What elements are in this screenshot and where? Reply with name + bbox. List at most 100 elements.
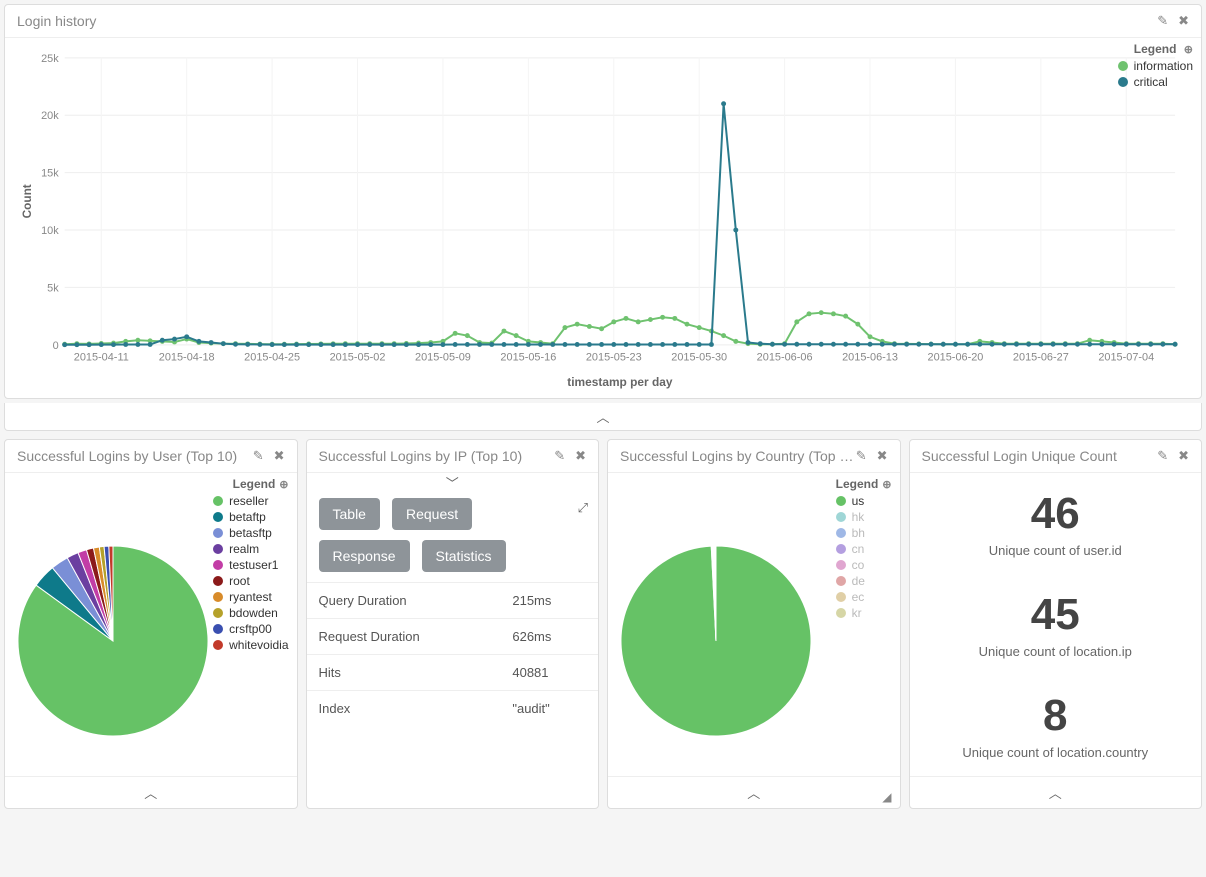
pie-chart-users[interactable] xyxy=(13,541,213,741)
legend-dot-icon xyxy=(213,528,223,538)
svg-text:2015-04-11: 2015-04-11 xyxy=(74,352,129,364)
svg-text:25k: 25k xyxy=(41,53,59,65)
stat-value: 215ms xyxy=(500,583,598,619)
stat-label: Hits xyxy=(307,655,501,691)
panel-title: Successful Logins by IP (Top 10) xyxy=(319,448,523,464)
tab-request-button[interactable]: Request xyxy=(392,498,472,530)
legend-settings-icon[interactable]: ⊕ xyxy=(1184,44,1193,56)
legend-item[interactable]: testuser1 xyxy=(213,558,288,572)
svg-text:2015-05-02: 2015-05-02 xyxy=(330,352,386,364)
table-row: Index"audit" xyxy=(307,691,599,727)
metric-value: 8 xyxy=(918,691,1194,741)
legend-title-text: Legend xyxy=(1134,42,1177,56)
close-icon[interactable]: ✖ xyxy=(274,448,285,464)
pie-chart-country[interactable] xyxy=(616,541,816,741)
legend-dot-icon xyxy=(213,624,223,634)
edit-icon[interactable]: ✎ xyxy=(856,448,867,464)
edit-icon[interactable]: ✎ xyxy=(1157,13,1168,29)
legend-dot-icon xyxy=(836,528,846,538)
legend-item[interactable]: de xyxy=(836,574,892,588)
legend-item[interactable]: cn xyxy=(836,542,892,556)
legend-item[interactable]: bh xyxy=(836,526,892,540)
legend-settings-icon[interactable]: ⊕ xyxy=(882,479,891,491)
stat-label: Index xyxy=(307,691,501,727)
panel-title: Successful Login Unique Count xyxy=(922,448,1117,464)
legend-item[interactable]: reseller xyxy=(213,494,288,508)
legend-dot-icon xyxy=(213,560,223,570)
legend-item[interactable]: realm xyxy=(213,542,288,556)
stat-label: Query Duration xyxy=(307,583,501,619)
table-row: Request Duration626ms xyxy=(307,619,599,655)
line-chart-legend: Legend ⊕ information critical xyxy=(1118,42,1193,91)
collapse-toggle[interactable]: ︿ xyxy=(4,403,1202,431)
close-icon[interactable]: ✖ xyxy=(575,448,586,464)
close-icon[interactable]: ✖ xyxy=(1178,13,1189,29)
metric-user-id: 46 Unique count of user.id xyxy=(910,473,1202,574)
legend-settings-icon[interactable]: ⊕ xyxy=(279,479,288,491)
legend-item[interactable]: betasftp xyxy=(213,526,288,540)
legend-dot-icon xyxy=(836,512,846,522)
legend-item[interactable]: whitevoidia xyxy=(213,638,288,652)
svg-text:timestamp per day: timestamp per day xyxy=(567,375,673,389)
legend-item[interactable]: bdowden xyxy=(213,606,288,620)
svg-text:10k: 10k xyxy=(41,225,59,237)
line-chart-svg[interactable]: 05k10k15k20k25k2015-04-112015-04-182015-… xyxy=(17,48,1189,392)
chevron-up-icon: ︿ xyxy=(596,407,609,426)
svg-text:0: 0 xyxy=(53,340,59,352)
legend-dot-icon xyxy=(213,608,223,618)
legend-dot-icon xyxy=(836,592,846,602)
svg-text:2015-06-13: 2015-06-13 xyxy=(842,352,898,364)
legend-item[interactable]: co xyxy=(836,558,892,572)
metric-value: 45 xyxy=(918,590,1194,640)
svg-text:2015-04-25: 2015-04-25 xyxy=(244,352,300,364)
unique-count-panel: Successful Login Unique Count ✎ ✖ 46 Uni… xyxy=(909,439,1203,809)
pie-legend-users: Legend⊕ reseller betaftp betasftp realm test… xyxy=(213,477,288,654)
panel-header: Successful Logins by User (Top 10) ✎ ✖ xyxy=(5,440,297,473)
panel-title: Successful Logins by User (Top 10) xyxy=(17,448,237,464)
resize-handle-icon[interactable]: ◢ xyxy=(882,790,891,804)
svg-text:5k: 5k xyxy=(47,282,59,294)
legend-item[interactable]: ryantest xyxy=(213,590,288,604)
legend-title-text: Legend xyxy=(233,477,276,491)
legend-item[interactable]: hk xyxy=(836,510,892,524)
edit-icon[interactable]: ✎ xyxy=(554,448,565,464)
svg-text:2015-04-18: 2015-04-18 xyxy=(159,352,215,364)
legend-item[interactable]: kr xyxy=(836,606,892,620)
legend-dot-icon xyxy=(836,544,846,554)
collapse-toggle[interactable]: ︿ xyxy=(910,776,1202,808)
close-icon[interactable]: ✖ xyxy=(877,448,888,464)
legend-dot-icon xyxy=(213,512,223,522)
edit-icon[interactable]: ✎ xyxy=(253,448,264,464)
legend-item[interactable]: root xyxy=(213,574,288,588)
expand-icon[interactable]: ⤢ xyxy=(578,500,588,516)
metric-label: Unique count of user.id xyxy=(918,543,1194,558)
svg-text:Count: Count xyxy=(20,184,34,218)
legend-item[interactable]: crsftp00 xyxy=(213,622,288,636)
collapse-toggle[interactable]: ︿◢ xyxy=(608,776,900,808)
legend-item[interactable]: ec xyxy=(836,590,892,604)
legend-item[interactable]: betaftp xyxy=(213,510,288,524)
metric-location-country: 8 Unique count of location.country xyxy=(910,675,1202,776)
tab-response-button[interactable]: Response xyxy=(319,540,410,572)
tab-table-button[interactable]: Table xyxy=(319,498,380,530)
metric-label: Unique count of location.ip xyxy=(918,644,1194,659)
tab-statistics-button[interactable]: Statistics xyxy=(422,540,506,572)
logins-by-user-panel: Successful Logins by User (Top 10) ✎ ✖ L… xyxy=(4,439,298,809)
chevron-up-icon: ︿ xyxy=(747,783,760,802)
svg-text:2015-05-23: 2015-05-23 xyxy=(586,352,642,364)
collapse-toggle-inner[interactable]: ﹀ xyxy=(307,473,599,498)
edit-icon[interactable]: ✎ xyxy=(1157,448,1168,464)
stat-value: 40881 xyxy=(500,655,598,691)
panel-header: Successful Logins by IP (Top 10) ✎ ✖ xyxy=(307,440,599,473)
metric-label: Unique count of location.country xyxy=(918,745,1194,760)
stats-table: Query Duration215ms Request Duration626m… xyxy=(307,582,599,726)
collapse-toggle[interactable]: ︿ xyxy=(5,776,297,808)
legend-item[interactable]: us xyxy=(836,494,892,508)
legend-dot-icon xyxy=(836,608,846,618)
stat-value: 626ms xyxy=(500,619,598,655)
panel-header: Successful Login Unique Count ✎ ✖ xyxy=(910,440,1202,473)
close-icon[interactable]: ✖ xyxy=(1178,448,1189,464)
legend-item-critical[interactable]: critical xyxy=(1118,75,1193,89)
legend-item-information[interactable]: information xyxy=(1118,59,1193,73)
panel-header: Login history ✎ ✖ xyxy=(5,5,1201,38)
